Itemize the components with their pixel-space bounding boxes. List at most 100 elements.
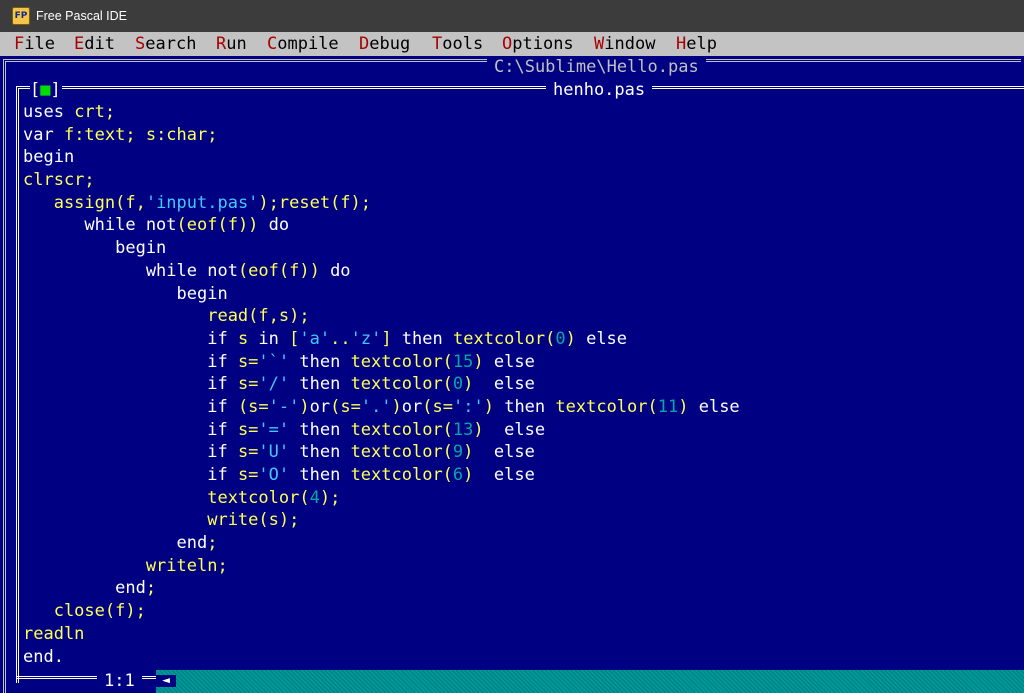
code-token: if [23, 396, 238, 417]
menu-hotkey: F [14, 34, 25, 54]
code-line: if s='/' then textcolor(0) else [23, 373, 1018, 396]
code-line: textcolor(4); [23, 487, 1018, 510]
code-line: end; [23, 577, 1018, 600]
code-token: readln [23, 623, 85, 644]
editor-window-title: henho.pas [546, 80, 653, 100]
code-token: ) [463, 374, 474, 395]
code-line: read(f,s); [23, 305, 1018, 328]
menu-item-search[interactable]: Search [135, 32, 196, 56]
code-token: if [23, 328, 238, 349]
code-token: 4 [309, 487, 320, 508]
code-token: 'O' [258, 465, 290, 485]
menu-hotkey: R [216, 34, 227, 54]
code-token: if [23, 465, 238, 485]
code-token: (eof(f)) [237, 260, 320, 281]
code-token: begin [23, 283, 228, 304]
code-token: [ [289, 328, 300, 349]
menu-hotkey: C [267, 34, 278, 54]
code-token: if [23, 419, 238, 440]
menu-item-options[interactable]: Options [502, 32, 574, 56]
horizontal-scrollbar[interactable]: ◄ [156, 670, 1024, 693]
outer-window-title: C:\Sublime\Hello.pas [487, 57, 706, 77]
menu-item-help[interactable]: Help [676, 32, 717, 56]
code-token: .. [330, 328, 351, 349]
menu-item-compile[interactable]: Compile [267, 32, 339, 56]
code-token: then [289, 465, 351, 485]
code-token: ; [145, 578, 157, 599]
code-token: else [483, 351, 535, 372]
code-token: ) [391, 396, 402, 417]
code-line: if s='`' then textcolor(15) else [23, 351, 1018, 374]
code-token: (s= [422, 396, 453, 417]
scroll-thumb-icon[interactable]: ◄ [156, 674, 176, 687]
code-token: ) [299, 396, 310, 417]
code-token: 'a' [299, 328, 331, 349]
code-token: then [289, 374, 351, 395]
code-token: ) [473, 351, 484, 372]
code-token: ) [473, 419, 484, 440]
menu-hotkey: W [594, 34, 605, 54]
code-token: do [319, 260, 351, 281]
code-token: uses [23, 102, 75, 122]
code-token: '.' [360, 396, 392, 417]
code-line: if s='U' then textcolor(9) else [23, 441, 1018, 464]
menu-label: un [226, 34, 247, 54]
code-token: writeln; [23, 555, 228, 576]
menu-hotkey: E [74, 34, 85, 54]
code-token: 'U' [258, 442, 290, 463]
code-token: while not [23, 260, 238, 281]
code-token: 15 [452, 351, 474, 372]
code-line: while not(eof(f)) do [23, 260, 1018, 283]
code-token: 11 [657, 396, 679, 417]
code-token: s= [237, 351, 259, 372]
free-pascal-icon: FP [12, 7, 30, 25]
code-token: then [289, 442, 351, 463]
code-token: clrscr; [23, 170, 95, 191]
code-editor[interactable]: uses crt; var f:text; s:char; begin clrscr;… [23, 101, 1018, 669]
menu-item-tools[interactable]: Tools [432, 32, 483, 56]
code-token: s= [237, 374, 259, 395]
code-line: end; [23, 532, 1018, 555]
menu-item-debug[interactable]: Debug [359, 32, 410, 56]
code-token: '`' [258, 351, 290, 372]
close-box-square-icon: ■ [40, 80, 51, 100]
menu-item-window[interactable]: Window [594, 32, 655, 56]
window-close-button[interactable]: [■] [30, 81, 62, 99]
code-token: else [483, 419, 546, 440]
menu-hotkey: D [359, 34, 370, 54]
menu-label: ompile [277, 34, 339, 54]
code-token: );reset(f); [258, 192, 372, 213]
code-line: var f:text; s:char; [23, 124, 1018, 147]
menu-item-run[interactable]: Run [216, 32, 247, 56]
code-line: if s='O' then textcolor(6) else [23, 464, 1018, 487]
code-token: end [23, 578, 146, 599]
code-line: if s='=' then textcolor(13) else [23, 419, 1018, 442]
code-token: else [473, 374, 535, 395]
code-token: 'z' [350, 328, 382, 349]
code-token: textcolor( [350, 374, 453, 395]
menu-item-file[interactable]: File [14, 32, 55, 56]
code-token: or [309, 396, 331, 417]
code-token: if [23, 442, 238, 463]
code-line: close(f); [23, 600, 1018, 623]
code-token: then [401, 328, 453, 349]
code-token: ) [463, 442, 474, 463]
cursor-position-indicator: 1:1 [97, 670, 142, 692]
code-line: writeln; [23, 555, 1018, 578]
code-line: readln [23, 623, 1018, 646]
code-token: s= [237, 419, 259, 440]
code-token: or [401, 396, 423, 417]
code-line: begin [23, 237, 1018, 260]
code-line: while not(eof(f)) do [23, 214, 1018, 237]
code-token: textcolor( [452, 328, 556, 349]
code-token: 6 [452, 465, 464, 485]
menu-label: elp [686, 34, 717, 54]
code-token: if [23, 351, 238, 372]
code-token: else [473, 465, 535, 485]
code-token: ] [381, 328, 402, 349]
code-token: ) [483, 396, 494, 417]
menu-item-edit[interactable]: Edit [74, 32, 115, 56]
code-token: var [23, 124, 64, 145]
code-token: while not [23, 215, 177, 236]
code-token: assign(f, [23, 192, 146, 213]
